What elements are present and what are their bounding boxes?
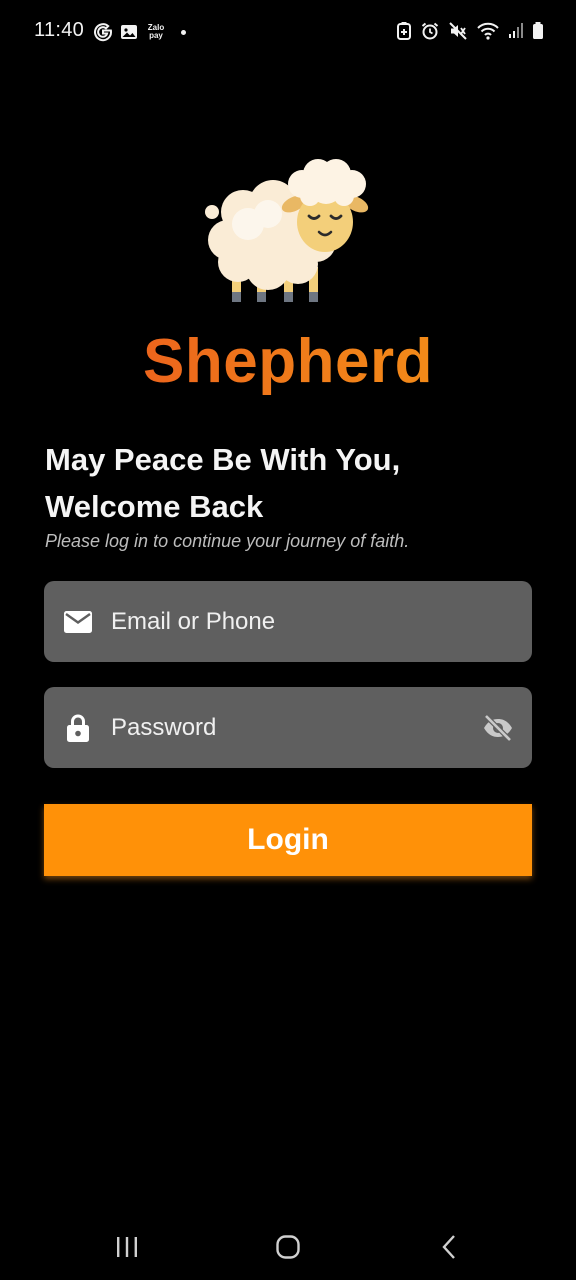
password-input[interactable]	[111, 687, 471, 768]
back-icon[interactable]	[430, 1232, 470, 1262]
wifi-icon	[476, 21, 500, 41]
email-field[interactable]	[44, 581, 532, 662]
email-input[interactable]	[111, 581, 471, 662]
mail-icon	[63, 607, 93, 637]
zalo-pay-line2: pay	[149, 31, 163, 40]
google-icon	[93, 22, 113, 42]
sheep-icon	[198, 152, 378, 312]
zalo-pay-icon: Zalo pay	[145, 24, 167, 40]
status-time: 11:40	[34, 19, 85, 41]
status-right-icons	[396, 21, 544, 41]
welcome-heading: May Peace Be With You, Welcome Back	[45, 436, 535, 530]
alarm-icon	[420, 21, 440, 41]
eye-off-icon[interactable]	[481, 711, 515, 745]
welcome-line-1: May Peace Be With You,	[45, 442, 401, 477]
notification-dot	[181, 29, 186, 35]
navigation-bar	[0, 1214, 576, 1280]
login-button[interactable]: Login	[44, 804, 532, 876]
mute-icon	[448, 21, 468, 41]
home-icon[interactable]	[268, 1232, 308, 1262]
gallery-icon	[119, 22, 139, 42]
welcome-line-2: Welcome Back	[45, 489, 264, 524]
recents-icon[interactable]	[107, 1232, 147, 1262]
status-left-icons: Zalo pay	[93, 20, 186, 44]
battery-icon	[532, 21, 544, 41]
lock-icon	[63, 713, 93, 743]
battery-saver-icon	[396, 21, 412, 41]
password-field[interactable]	[44, 687, 532, 768]
status-bar: 11:40 Zalo pay	[0, 0, 576, 64]
welcome-subtitle: Please log in to continue your journey o…	[45, 531, 410, 551]
signal-icon	[508, 21, 524, 41]
app-name: Shepherd	[0, 326, 576, 397]
